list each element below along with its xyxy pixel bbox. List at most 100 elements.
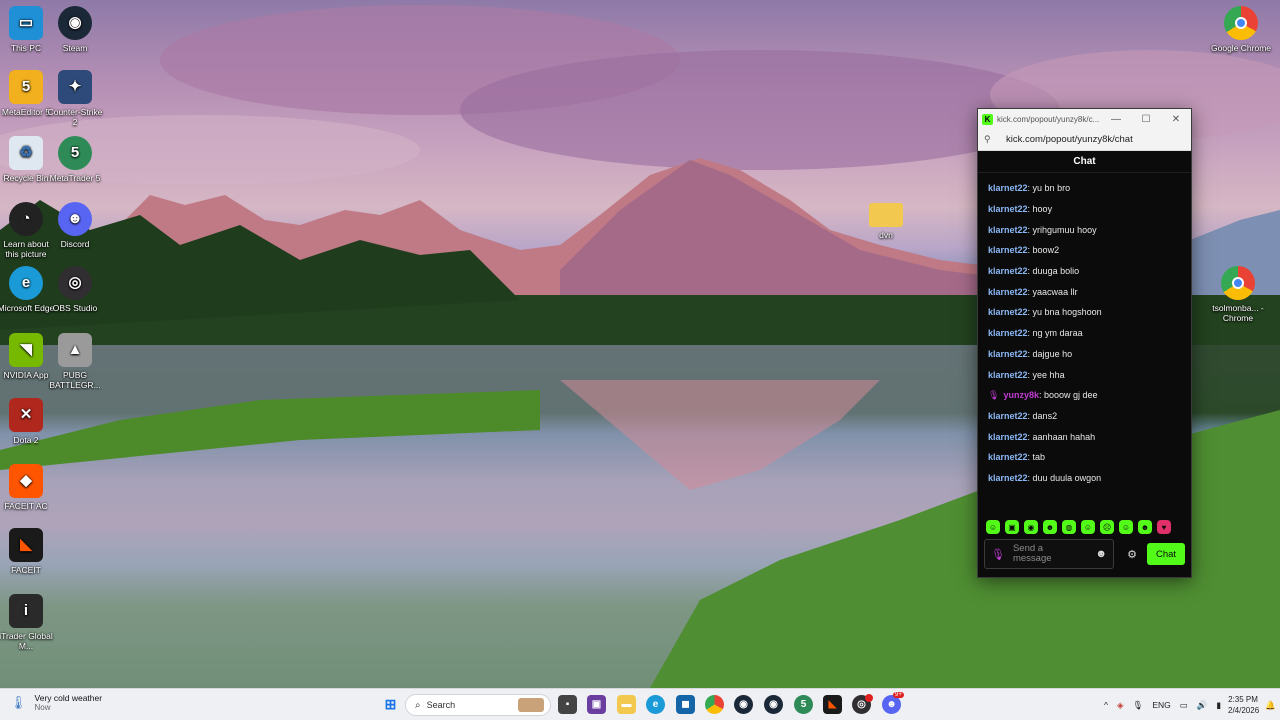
show-hidden-icons-chevron-icon[interactable]: ^ — [1104, 700, 1108, 710]
desktop-icon-label: iTrader Global M... — [0, 631, 53, 651]
steam-client-taskbar-icon[interactable]: ◉ — [764, 695, 783, 714]
monitor-tray-icon[interactable]: ▭ — [1180, 700, 1188, 711]
itrader-icon: i — [9, 594, 43, 628]
send-message-input[interactable]: 🎙 Send a message ☻ — [984, 539, 1114, 569]
task-view-icon[interactable]: ▪ — [558, 695, 577, 714]
url-text: kick.com/popout/yunzy8k/chat — [1006, 134, 1133, 145]
emote-icon[interactable]: ▣ — [1005, 520, 1019, 534]
emote-icon[interactable]: ☹ — [1100, 520, 1114, 534]
message-user[interactable]: klarnet22 — [988, 204, 1028, 214]
message-text: duuga bolio — [1032, 266, 1080, 277]
message-user[interactable]: klarnet22 — [988, 328, 1028, 338]
desktop-icon-faceit[interactable]: ◣ FACEIT — [0, 528, 56, 575]
desktop-icon-pubg[interactable]: ▲ PUBG BATTLEGR... — [45, 333, 105, 390]
desktop-icon-steam[interactable]: ◉ Steam — [45, 6, 105, 53]
message-user[interactable]: klarnet22 — [988, 183, 1028, 193]
desktop-icon-dvn-folder[interactable]: dvn — [856, 203, 916, 240]
message-text: ng ym daraa — [1032, 328, 1083, 339]
discord-icon: ☻ — [58, 202, 92, 236]
desktop-icon-label: OBS Studio — [52, 303, 98, 313]
chat-header: Chat — [978, 151, 1191, 173]
desktop-icon-label: tsolmonba... - Chrome — [1212, 303, 1264, 323]
desktop-icon-faceit-ac[interactable]: ◆ FACEIT AC — [0, 464, 56, 511]
emoji-picker-icon[interactable]: ☻ — [1095, 548, 1107, 560]
message-user[interactable]: klarnet22 — [988, 473, 1028, 483]
faceit-taskbar-icon[interactable]: ◣ — [823, 695, 842, 714]
store-app-icon[interactable]: ▣ — [587, 695, 606, 714]
desktop-icon-obs[interactable]: ◎ OBS Studio — [45, 266, 105, 313]
desktop-icon-metatrader[interactable]: 5 MetaTrader 5 — [45, 136, 105, 183]
notification-bell-icon[interactable]: 🔔 — [1265, 689, 1276, 720]
battery-icon[interactable]: ▮ — [1216, 700, 1221, 711]
desktop-icon-label: Counter-Strike 2 — [47, 107, 103, 127]
faceit-icon: ◣ — [9, 528, 43, 562]
dota-icon: ✕ — [9, 398, 43, 432]
taskbar-search[interactable]: ⌕ Search — [405, 694, 551, 716]
emote-icon[interactable]: ☻ — [1043, 520, 1057, 534]
message-user[interactable]: klarnet22 — [988, 245, 1028, 255]
send-chat-button[interactable]: Chat — [1147, 543, 1185, 565]
desktop-icon-cs2[interactable]: ✦ Counter-Strike 2 — [45, 70, 105, 127]
message-text: booow gj dee — [1043, 390, 1098, 401]
message-user[interactable]: klarnet22 — [988, 370, 1028, 380]
message-user[interactable]: klarnet22 — [988, 307, 1028, 317]
learn-picture-icon: ◔ — [9, 202, 43, 236]
file-explorer-icon[interactable]: ▬ — [617, 695, 636, 714]
desktop-icon-chrome[interactable]: Google Chrome — [1211, 6, 1271, 53]
weather-widget[interactable]: 🌡 Very cold weather Now — [10, 693, 102, 712]
chat-message: klarnet22: yu bna hogshoon — [988, 307, 1102, 318]
emote-icon[interactable]: ☻ — [1138, 520, 1152, 534]
message-text: yu bna hogshoon — [1032, 307, 1102, 318]
emote-icon[interactable]: ☺ — [986, 520, 1000, 534]
desktop-icon-label: FACEIT AC — [4, 501, 48, 511]
volume-icon[interactable]: 🔊 — [1197, 700, 1208, 711]
emote-icon[interactable]: ☺ — [1119, 520, 1133, 534]
message-user[interactable]: yunzy8k — [1003, 390, 1039, 400]
address-bar[interactable]: ⚲ kick.com/popout/yunzy8k/chat — [978, 129, 1191, 151]
site-settings-icon[interactable]: ⚲ — [984, 134, 996, 145]
search-highlight-icon — [518, 698, 544, 712]
kick-chat-window: K kick.com/popout/yunzy8k/c... — ☐ ✕ ⚲ k… — [977, 108, 1192, 578]
message-text: yrihgumuu hooy — [1032, 224, 1097, 235]
emote-icon[interactable]: ◉ — [1024, 520, 1038, 534]
pubg-icon: ▲ — [58, 333, 92, 367]
message-user[interactable]: klarnet22 — [988, 287, 1028, 297]
windows-start-icon[interactable]: ⊞ — [381, 695, 400, 714]
taskbar-clock[interactable]: 2:35 PM 2/4/2026 — [1228, 694, 1259, 716]
broadcaster-mic-icon: 🎙 — [988, 389, 1000, 400]
close-button[interactable]: ✕ — [1161, 114, 1191, 125]
message-user[interactable]: klarnet22 — [988, 225, 1028, 235]
steam-taskbar-icon[interactable]: ◉ — [734, 695, 753, 714]
message-user[interactable]: klarnet22 — [988, 452, 1028, 462]
edge-taskbar-icon[interactable]: e — [646, 695, 665, 714]
message-user[interactable]: klarnet22 — [988, 266, 1028, 276]
chat-message: klarnet22: boow2 — [988, 245, 1060, 256]
desktop-icon-dota[interactable]: ✕ Dota 2 — [0, 398, 56, 445]
chat-message: klarnet22: yaacwaa llr — [988, 286, 1078, 297]
desktop-icon-discord[interactable]: ☻ Discord — [45, 202, 105, 249]
desktop-icon-chrome-profile[interactable]: tsolmonba... - Chrome — [1208, 266, 1268, 323]
ms-store-icon[interactable]: ◼ — [676, 695, 695, 714]
message-text: hooy — [1032, 204, 1053, 215]
microphone-icon: 🎙 — [991, 548, 1005, 561]
metatrader-taskbar-icon[interactable]: 5 — [794, 695, 813, 714]
maximize-button[interactable]: ☐ — [1131, 114, 1161, 125]
emote-icon[interactable]: ◍ — [1062, 520, 1076, 534]
minimize-button[interactable]: — — [1101, 114, 1131, 125]
emote-icon[interactable]: ☺ — [1081, 520, 1095, 534]
window-titlebar[interactable]: K kick.com/popout/yunzy8k/c... — ☐ ✕ — [978, 109, 1191, 129]
faceit-ac-icon: ◆ — [9, 464, 43, 498]
message-user[interactable]: klarnet22 — [988, 432, 1028, 442]
chat-settings-gear-icon[interactable]: ⚙ — [1120, 548, 1144, 561]
chrome-icon — [1224, 6, 1258, 40]
desktop-icon-label: dvn — [879, 230, 893, 240]
message-user[interactable]: klarnet22 — [988, 411, 1028, 421]
chrome-taskbar-icon[interactable] — [705, 695, 724, 714]
desktop-icon-itrader[interactable]: i iTrader Global M... — [0, 594, 56, 651]
tray-app-icon[interactable]: ◈ — [1117, 700, 1124, 711]
microphone-tray-icon[interactable]: 🎙 — [1133, 700, 1144, 711]
chat-message: klarnet22: ng ym daraa — [988, 328, 1083, 339]
emote-icon[interactable]: ♥ — [1157, 520, 1171, 534]
language-indicator[interactable]: ENG — [1152, 700, 1170, 710]
message-user[interactable]: klarnet22 — [988, 349, 1028, 359]
